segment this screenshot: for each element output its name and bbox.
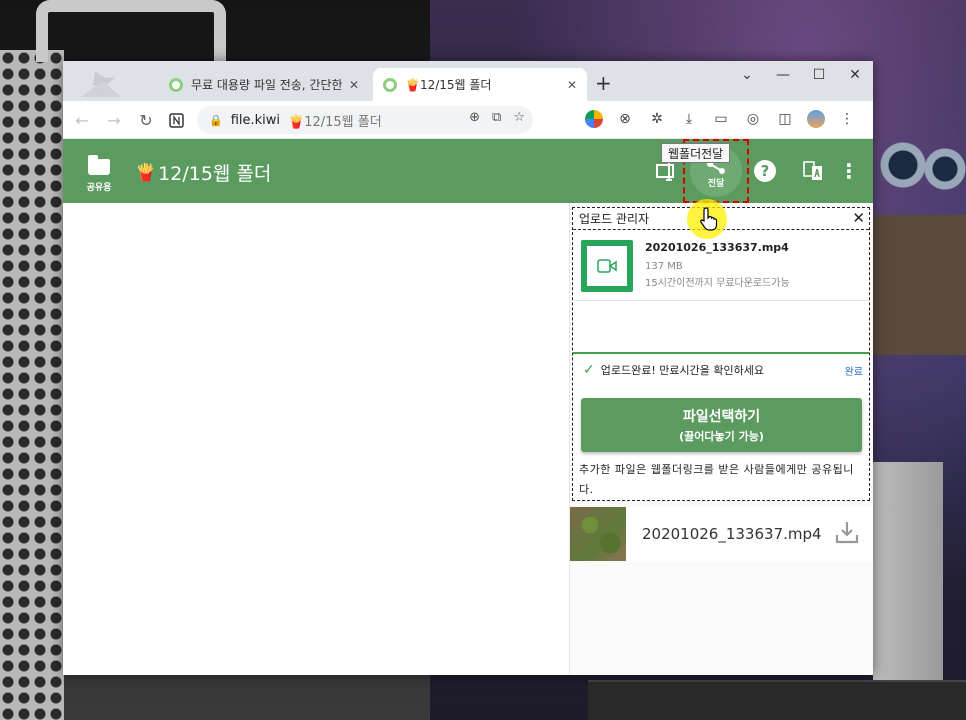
file-meta: 20201026_133637.mp4 137 MB 15시간이전까지 무료다운…: [645, 240, 790, 296]
notion-extension-icon[interactable]: [165, 109, 187, 131]
check-icon: ✓: [583, 362, 595, 378]
translate-page-icon[interactable]: [797, 155, 829, 187]
close-window-icon[interactable]: ✕: [837, 61, 873, 89]
extension-circle-icon[interactable]: ⊗: [615, 109, 635, 129]
kiwi-favicon-icon: [383, 77, 397, 92]
more-options-icon[interactable]: ⋮: [833, 155, 865, 187]
back-icon[interactable]: ←: [71, 109, 93, 131]
list-item-name: 20201026_133637.mp4: [642, 525, 822, 543]
maximize-icon[interactable]: ☐: [801, 61, 837, 89]
select-file-sublabel: (끌어다놓기 가능): [679, 430, 764, 443]
wallpaper-monitor-stand: [873, 462, 943, 682]
tooltip: 웹폴더전달: [661, 143, 731, 163]
video-thumbnail: [570, 507, 626, 561]
file-name: 20201026_133637.mp4: [645, 241, 789, 254]
tab-search-icon[interactable]: ⌄: [729, 61, 765, 89]
folder-open-icon: [88, 155, 110, 175]
upload-status-text: 업로드완료! 만료시간을 확인하세요: [600, 364, 764, 377]
screenshot-icon[interactable]: ◎: [743, 109, 763, 129]
help-icon: ?: [754, 160, 776, 182]
download-icon[interactable]: ⤓: [679, 109, 699, 129]
sidebar-icon[interactable]: ◫: [775, 109, 795, 129]
browser-window: 무료 대용량 파일 전송, 간단한 파일 ✕ 🍟12/15웹 폴더 ✕ + ⌄ …: [63, 61, 873, 675]
share-caption: 전달: [707, 179, 725, 189]
tab-strip: 무료 대용량 파일 전송, 간단한 파일 ✕ 🍟12/15웹 폴더 ✕ + ⌄ …: [63, 61, 873, 101]
help-button[interactable]: ?: [749, 155, 781, 187]
share-note: 추가한 파일은 웹폴더링크를 받은 사람들에게만 공유됩니다.: [579, 463, 854, 496]
camera-icon[interactable]: ▭: [711, 109, 731, 129]
file-expiry: 15시간이전까지 무료다운로드가능: [645, 278, 790, 289]
wallpaper-macpro-handle: [36, 0, 226, 62]
lock-icon: 🔒: [209, 113, 223, 127]
menu-kebab-icon[interactable]: ⋮: [837, 109, 857, 129]
select-file-button[interactable]: 파일선택하기 (끌어다놓기 가능): [581, 398, 862, 452]
side-panel: 업로드 관리자 ✕ 20201026_133637.mp4 137 MB 15시…: [569, 203, 873, 675]
upload-manager: 업로드 관리자 ✕ 20201026_133637.mp4 137 MB 15시…: [572, 207, 870, 501]
tab-close-icon[interactable]: ✕: [349, 78, 359, 92]
uploaded-file: 20201026_133637.mp4 137 MB 15시간이전까지 무료다운…: [581, 240, 871, 296]
browser-toolbar: ← → ↻ 🔒 file.kiwi 🍟12/15웹 폴더 ⊕ ⧉ ☆ ⊗ ✲ ⤓…: [63, 101, 873, 139]
file-size: 137 MB: [645, 261, 683, 272]
wallpaper-macpro: [0, 50, 64, 720]
page-title: 🍟 12/15웹 폴더: [135, 159, 271, 186]
done-link[interactable]: 완료: [845, 363, 863, 378]
translate-icon[interactable]: ⧉: [492, 110, 501, 125]
forward-icon[interactable]: →: [103, 109, 125, 131]
tab-active[interactable]: 🍟12/15웹 폴더 ✕: [373, 68, 587, 101]
minimize-icon[interactable]: —: [765, 61, 801, 89]
share-folder-caption: 공유용: [86, 183, 112, 193]
upload-progress-bar: [573, 352, 869, 354]
bird-decoration-icon: [81, 67, 161, 101]
extension-badge-icon[interactable]: [585, 110, 603, 128]
main-content-area: [63, 203, 569, 675]
wallpaper-keyboard: [588, 680, 966, 720]
new-tab-button[interactable]: +: [595, 71, 612, 95]
share-folder-button[interactable]: 공유용: [81, 155, 117, 199]
app-header: 공유용 🍟 12/15웹 폴더 전달 ? ⋮: [63, 139, 873, 203]
address-bar[interactable]: 🔒 file.kiwi 🍟12/15웹 폴더 ⊕ ⧉ ☆: [197, 106, 533, 134]
download-icon[interactable]: [834, 519, 864, 549]
window-controls: ⌄ — ☐ ✕: [729, 61, 873, 89]
close-icon[interactable]: ✕: [852, 209, 865, 227]
upload-status: ✓ 업로드완료! 만료시간을 확인하세요 완료: [583, 362, 863, 378]
url-host: file.kiwi: [230, 112, 281, 128]
profile-avatar[interactable]: [807, 110, 825, 128]
kiwi-favicon-icon: [169, 77, 183, 92]
video-file-icon: [581, 240, 633, 292]
fries-emoji-icon: 🍟: [135, 162, 157, 183]
tab-close-icon[interactable]: ✕: [567, 78, 577, 92]
select-file-label: 파일선택하기: [682, 409, 761, 425]
wallpaper-robot: [873, 125, 966, 355]
list-item[interactable]: 20201026_133637.mp4: [570, 507, 873, 561]
tab-inactive[interactable]: 무료 대용량 파일 전송, 간단한 파일 ✕: [159, 68, 369, 101]
zoom-icon[interactable]: ⊕: [469, 110, 480, 125]
url-path: 🍟12/15웹 폴더: [288, 114, 382, 130]
puzzle-extensions-icon[interactable]: ✲: [647, 109, 667, 129]
tab-title: 무료 대용량 파일 전송, 간단한 파일: [191, 78, 343, 92]
reload-icon[interactable]: ↻: [135, 109, 157, 131]
divider: [573, 300, 869, 301]
extension-icons: ⊗ ✲ ⤓ ▭ ◎ ◫ ⋮: [585, 109, 857, 129]
upload-manager-title: 업로드 관리자: [579, 212, 650, 226]
folder-title-text: 12/15웹 폴더: [158, 163, 272, 185]
tab-title: 🍟12/15웹 폴더: [405, 78, 492, 92]
hand-cursor-icon: [700, 206, 720, 236]
bookmark-star-icon[interactable]: ☆: [513, 110, 525, 125]
